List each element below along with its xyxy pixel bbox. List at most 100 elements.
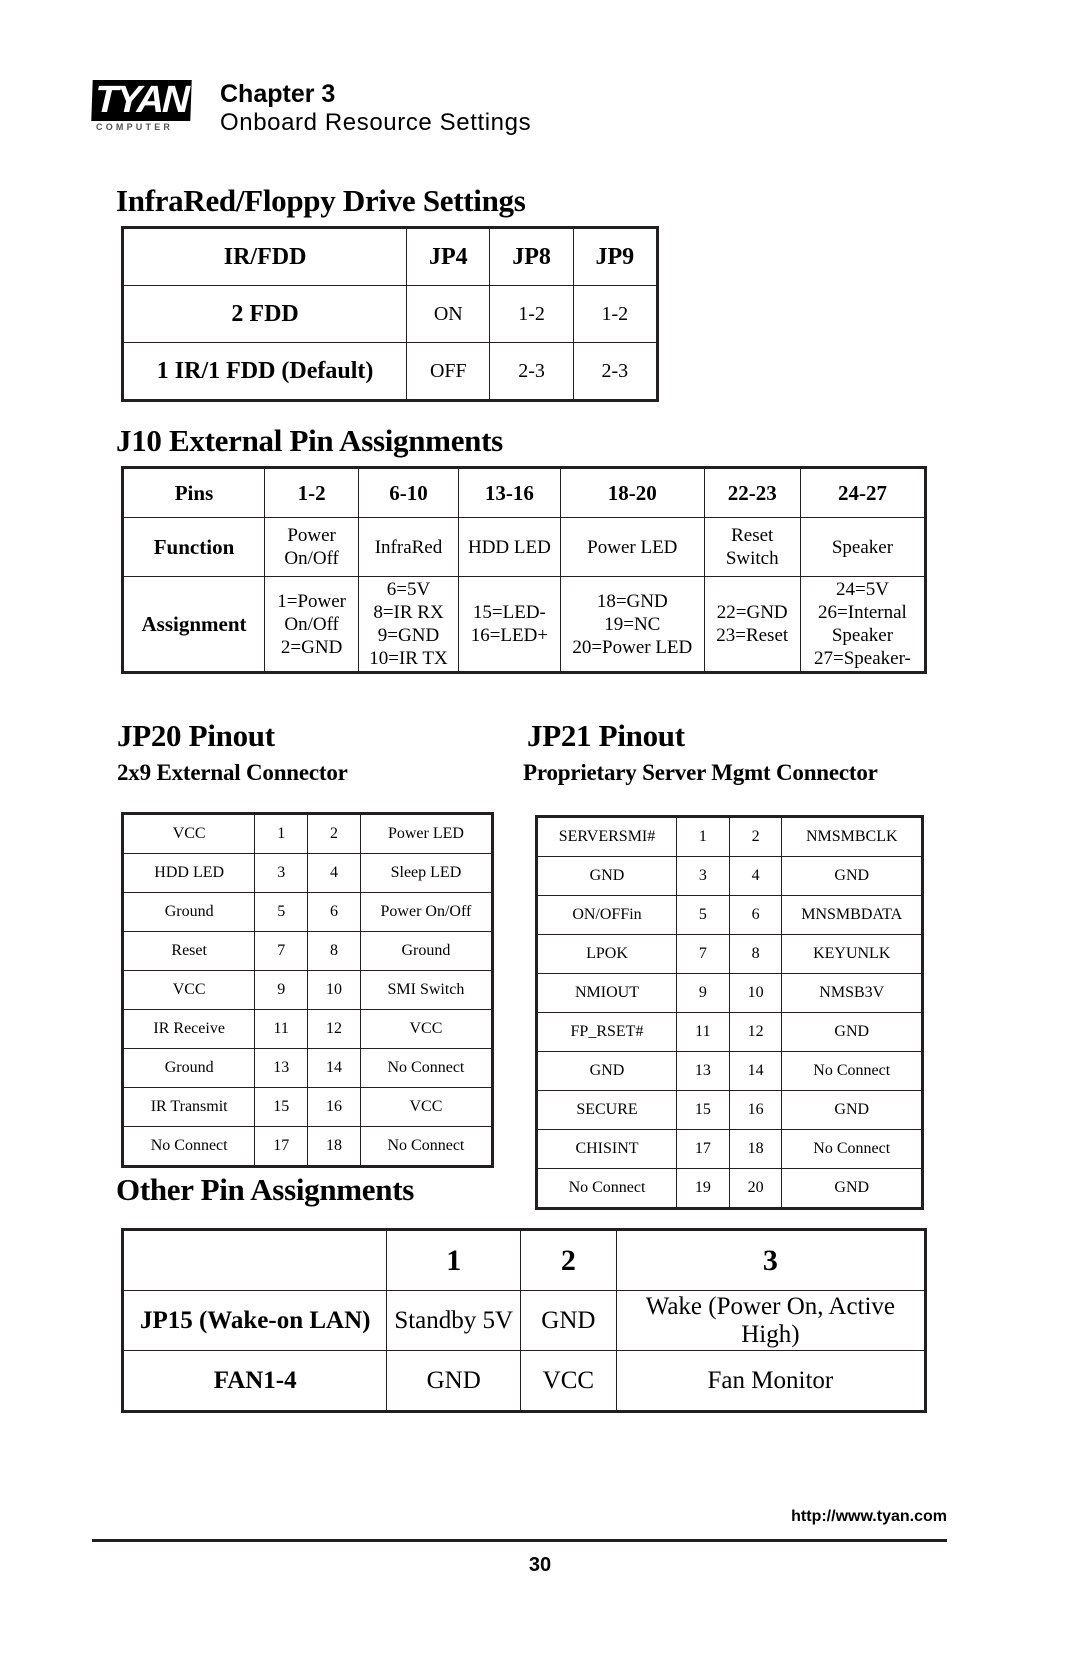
pin-signal-left: Reset — [121, 931, 256, 971]
header-text: Chapter 3 Onboard Resource Settings — [220, 78, 531, 138]
table-row: No Connect 19 20 GND — [536, 1168, 923, 1209]
pin-number-left: 15 — [254, 1087, 309, 1127]
table-jp21-pinout: SERVERSMI# 1 2 NMSMBCLK GND 3 4 GND ON/OFFin 5 6 MN… — [535, 815, 924, 1210]
table-row: LPOK 7 8 KEYUNLK — [536, 934, 923, 974]
pin-number-right: 20 — [728, 1168, 783, 1209]
j10-function-cell: HDD LED — [457, 517, 562, 577]
table-row: 1 IR/1 FDD (Default) OFF 2-3 2-3 — [121, 342, 659, 401]
pin-number-left: 15 — [676, 1090, 730, 1130]
section-title-other-pins: Other Pin Assignments — [116, 1172, 414, 1207]
irfdd-header-jp4: JP4 — [406, 227, 491, 286]
table-row-header: 1 2 3 — [121, 1229, 927, 1291]
j10-assignment-cell: 15=LED- 16=LED+ — [457, 576, 562, 673]
pin-signal-left: No Connect — [536, 1168, 677, 1209]
pin-signal-right: KEYUNLK — [781, 934, 923, 974]
table-row: GND 3 4 GND — [536, 856, 923, 896]
table-row: Reset 7 8 Ground — [121, 931, 494, 971]
pin-signal-left: Ground — [121, 892, 256, 932]
pin-number-right: 8 — [728, 934, 783, 974]
section-title-jp20: JP20 Pinout — [117, 718, 275, 753]
page-header: TYAN COMPUTER Chapter 3 Onboard Resource… — [91, 78, 531, 138]
chapter-title: Chapter 3 — [220, 80, 336, 108]
pin-signal-left: SERVERSMI# — [536, 816, 677, 857]
pin-signal-right: Power LED — [359, 813, 494, 854]
pin-signal-left: Ground — [121, 1048, 256, 1088]
footer-url[interactable]: http://www.tyan.com — [791, 1508, 947, 1526]
j10-function-cell: Speaker — [799, 517, 927, 577]
pin-number-left: 1 — [254, 813, 309, 854]
table-row-assignment: Assignment 1=Power On/Off 2=GND 6=5V 8=IR R… — [122, 576, 927, 673]
pin-number-right: 2 — [307, 813, 361, 854]
other-cell-label: JP15 (Wake-on LAN) — [121, 1290, 388, 1351]
other-cell: Wake (Power On, Active High) — [615, 1290, 927, 1351]
pin-number-left: 5 — [676, 895, 730, 935]
table-row: IR Receive 11 12 VCC — [121, 1009, 494, 1049]
pin-signal-left: No Connect — [121, 1126, 256, 1167]
pin-signal-left: NMIOUT — [536, 973, 677, 1013]
j10-assignment-cell: 22=GND 23=Reset — [703, 576, 801, 673]
j10-function-cell: Power LED — [560, 517, 705, 577]
table-row: NMIOUT 9 10 NMSB3V — [536, 973, 923, 1013]
pin-number-right: 14 — [307, 1048, 361, 1088]
irfdd-cell: 1-2 — [572, 285, 659, 343]
j10-assignment-cell: 6=5V 8=IR RX 9=GND 10=IR TX — [358, 576, 459, 673]
table-row: No Connect 17 18 No Connect — [121, 1126, 494, 1167]
irfdd-cell: OFF — [406, 342, 491, 401]
tyan-logo: TYAN COMPUTER — [91, 79, 210, 132]
irfdd-header-label: IR/FDD — [121, 227, 408, 286]
section-title-jp21: JP21 Pinout — [527, 718, 685, 753]
pin-number-right: 10 — [307, 970, 361, 1010]
j10-header-pins: Pins — [122, 467, 265, 518]
pin-signal-right: Power On/Off — [359, 892, 494, 932]
j10-header-1-2: 1-2 — [263, 467, 360, 518]
j10-header-18-20: 18-20 — [560, 467, 705, 518]
irfdd-cell: 2 FDD — [121, 285, 408, 343]
pin-number-left: 5 — [254, 892, 309, 932]
other-cell: VCC — [519, 1350, 617, 1412]
table-row: Ground 13 14 No Connect — [121, 1048, 494, 1088]
jp20-rows: VCC 1 2 Power LED HDD LED 3 4 Sleep LED Ground 5 6… — [121, 813, 494, 1167]
pin-signal-right: No Connect — [359, 1048, 494, 1088]
j10-function-cell: Power On/Off — [263, 517, 360, 577]
pin-number-right: 4 — [728, 856, 783, 896]
tyan-logo-subtext: COMPUTER — [96, 122, 174, 132]
pin-number-left: 3 — [676, 856, 730, 896]
other-cell: GND — [386, 1350, 521, 1412]
footer-divider — [92, 1539, 947, 1542]
pin-number-right: 16 — [307, 1087, 361, 1127]
pin-signal-left: FP_RSET# — [536, 1012, 677, 1052]
irfdd-header-jp9: JP9 — [572, 227, 659, 286]
table-row: FP_RSET# 11 12 GND — [536, 1012, 923, 1052]
pin-signal-left: SECURE — [536, 1090, 677, 1130]
table-row-function: Function Power On/Off InfraRed HDD LED Po… — [122, 517, 927, 577]
table-row: 2 FDD ON 1-2 1-2 — [121, 285, 659, 343]
other-cell-label: FAN1-4 — [121, 1350, 388, 1412]
pin-number-right: 12 — [728, 1012, 783, 1052]
j10-header-24-27: 24-27 — [799, 467, 927, 518]
j10-header-13-16: 13-16 — [457, 467, 562, 518]
table-j10-pin-assignments: Pins 1-2 6-10 13-16 18-20 22-23 24-27 Fu… — [121, 466, 927, 674]
pin-number-right: 8 — [307, 931, 361, 971]
j10-assignment-cell: 1=Power On/Off 2=GND — [263, 576, 360, 673]
pin-number-left: 9 — [676, 973, 730, 1013]
pin-signal-right: SMI Switch — [359, 970, 494, 1010]
table-row: GND 13 14 No Connect — [536, 1051, 923, 1091]
pin-signal-left: HDD LED — [121, 853, 256, 893]
pin-signal-left: CHISINT — [536, 1129, 677, 1169]
other-header-blank — [121, 1229, 388, 1291]
other-header-3: 3 — [615, 1229, 927, 1291]
table-row: SERVERSMI# 1 2 NMSMBCLK — [536, 816, 923, 857]
irfdd-header-jp8: JP8 — [489, 227, 574, 286]
j10-function-cell: Reset Switch — [703, 517, 801, 577]
pin-number-left: 11 — [676, 1012, 730, 1052]
pin-signal-left: GND — [536, 856, 677, 896]
tyan-logo-wordmark: TYAN — [91, 79, 192, 121]
table-jp20-pinout: VCC 1 2 Power LED HDD LED 3 4 Sleep LED Ground 5 6… — [121, 812, 494, 1168]
section-title-j10: J10 External Pin Assignments — [116, 423, 503, 458]
pin-number-left: 17 — [676, 1129, 730, 1169]
other-cell: Standby 5V — [386, 1290, 521, 1351]
page: TYAN COMPUTER Chapter 3 Onboard Resource… — [0, 0, 1080, 1669]
pin-signal-right: No Connect — [359, 1126, 494, 1167]
jp21-rows: SERVERSMI# 1 2 NMSMBCLK GND 3 4 GND ON/OFFin 5 6 MN… — [536, 816, 923, 1209]
pin-number-right: 6 — [728, 895, 783, 935]
